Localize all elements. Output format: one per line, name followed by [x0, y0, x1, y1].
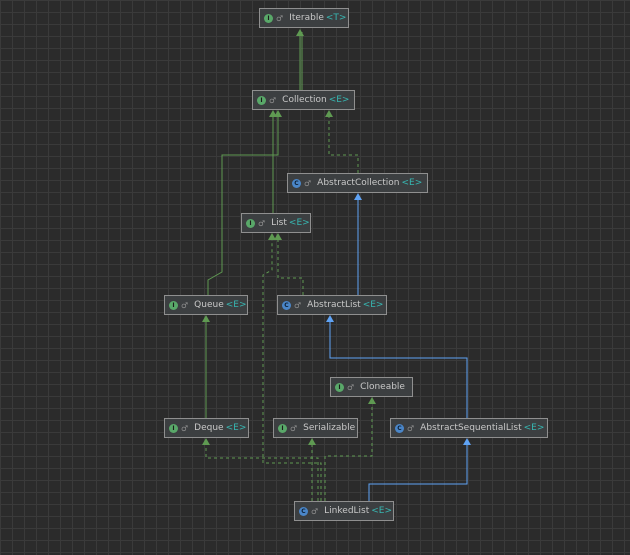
- class-icon: C: [282, 300, 291, 310]
- class-icon: C: [292, 178, 301, 188]
- type-parameter: <E>: [225, 423, 247, 433]
- type-parameter: <E>: [371, 506, 393, 516]
- interface-icon: I: [169, 423, 178, 433]
- unlocked-icon: ♂: [290, 423, 298, 433]
- node-cloneable[interactable]: I ♂ Cloneable: [330, 377, 413, 397]
- interface-icon: I: [264, 13, 273, 23]
- unlocked-icon: ♂: [276, 13, 284, 23]
- node-name: LinkedList: [324, 506, 370, 516]
- unlocked-icon: ♂: [269, 95, 277, 105]
- node-serializable[interactable]: I ♂ Serializable: [273, 418, 358, 438]
- interface-icon: I: [335, 382, 344, 392]
- diagram-canvas[interactable]: I ♂ Iterable <T> I ♂ Collection <E> C ♂ …: [0, 0, 630, 555]
- unlocked-icon: ♂: [407, 423, 415, 433]
- edge-abstractlist-implements-list: [274, 233, 304, 295]
- edge-linkedlist-implements-list: [262, 233, 322, 501]
- node-abstract-sequential-list[interactable]: C ♂ AbstractSequentialList <E>: [390, 418, 548, 438]
- node-name: AbstractList: [307, 300, 361, 310]
- node-deque[interactable]: I ♂ Deque <E>: [164, 418, 249, 438]
- edge-linkedlist-extends-abstractsequentiallist: [368, 438, 471, 501]
- edge-linkedlist-implements-cloneable: [324, 397, 376, 501]
- node-queue[interactable]: I ♂ Queue <E>: [164, 295, 248, 315]
- node-name: AbstractSequentialList: [420, 423, 522, 433]
- node-name: Deque: [194, 423, 224, 433]
- unlocked-icon: ♂: [181, 300, 189, 310]
- node-name: Cloneable: [360, 382, 405, 392]
- interface-icon: I: [246, 218, 255, 228]
- class-icon: C: [395, 423, 404, 433]
- unlocked-icon: ♂: [347, 382, 355, 392]
- edge-queue-extends-collection: [207, 110, 282, 295]
- node-abstract-list[interactable]: C ♂ AbstractList <E>: [277, 295, 387, 315]
- type-parameter: <E>: [288, 218, 310, 228]
- edge-abstractcollection-implements-collection: [325, 110, 359, 173]
- node-name: Serializable: [303, 423, 356, 433]
- interface-icon: I: [169, 300, 178, 310]
- edges-layer: [202, 29, 471, 501]
- node-list[interactable]: I ♂ List <E>: [241, 213, 311, 233]
- type-parameter: <E>: [328, 95, 350, 105]
- edge-abstractsequentiallist-extends-abstractlist: [326, 315, 468, 418]
- interface-icon: I: [257, 95, 266, 105]
- unlocked-icon: ♂: [311, 506, 319, 516]
- node-name: Queue: [194, 300, 224, 310]
- node-name: Iterable: [289, 13, 324, 23]
- node-iterable[interactable]: I ♂ Iterable <T>: [259, 8, 349, 28]
- node-abstract-collection[interactable]: C ♂ AbstractCollection <E>: [287, 173, 428, 193]
- node-name: List: [271, 218, 287, 228]
- node-name: AbstractCollection: [317, 178, 400, 188]
- node-linked-list[interactable]: C ♂ LinkedList <E>: [294, 501, 394, 521]
- type-parameter: <E>: [362, 300, 384, 310]
- type-parameter: <E>: [225, 300, 247, 310]
- unlocked-icon: ♂: [181, 423, 189, 433]
- unlocked-icon: ♂: [258, 218, 266, 228]
- class-icon: C: [299, 506, 308, 516]
- edge-linkedlist-implements-deque: [202, 438, 319, 501]
- type-parameter: <T>: [325, 13, 347, 23]
- node-name: Collection: [282, 95, 327, 105]
- node-collection[interactable]: I ♂ Collection <E>: [252, 90, 355, 110]
- type-parameter: <E>: [401, 178, 423, 188]
- interface-icon: I: [278, 423, 287, 433]
- type-parameter: <E>: [523, 423, 545, 433]
- unlocked-icon: ♂: [294, 300, 302, 310]
- unlocked-icon: ♂: [304, 178, 312, 188]
